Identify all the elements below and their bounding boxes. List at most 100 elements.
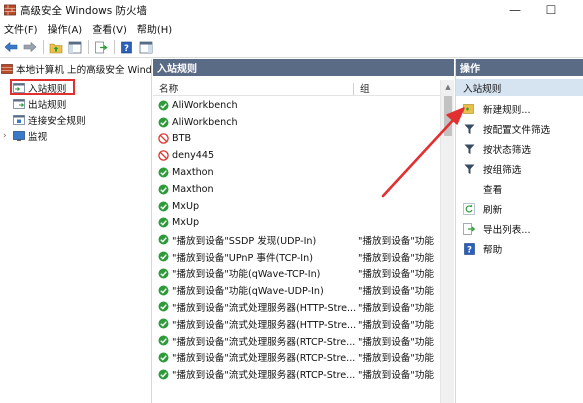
filter-icon (463, 143, 475, 155)
scroll-thumb[interactable] (444, 96, 452, 136)
action-pane-toggle-button[interactable] (137, 39, 154, 56)
table-row[interactable]: AliWorkbench (153, 97, 440, 114)
allow-rule-icon (158, 117, 169, 128)
action-pane-icon (139, 41, 152, 53)
rule-name: "播放到设备"SSDP 发现(UDP-In) (172, 235, 317, 247)
action-filter-by-group[interactable]: 按组筛选 (456, 161, 583, 177)
rule-name: AliWorkbench (172, 99, 238, 111)
window-title: 高级安全 Windows 防火墙 (20, 4, 148, 17)
allow-rule-icon (158, 100, 169, 111)
actions-section-inbound-rules[interactable]: 入站规则 (456, 79, 583, 96)
column-name-header[interactable]: 名称 (159, 81, 178, 95)
export-icon (463, 223, 475, 235)
action-filter-by-profile[interactable]: 按配置文件筛选 (456, 121, 583, 137)
tree-root-label: 本地计算机 上的高级安全 Windows (16, 65, 152, 76)
maximize-button[interactable]: ☐ (536, 0, 566, 20)
filter-icon (463, 163, 475, 175)
tree-item-connection-security-rules[interactable]: 连接安全规则 (13, 112, 86, 128)
firewall-icon (1, 64, 13, 74)
table-row[interactable]: "播放到设备"流式处理服务器(RTCP-Stre... "播放到设备"功能 (153, 366, 440, 383)
action-export-list[interactable]: 导出列表... (456, 221, 583, 237)
rule-group: "播放到设备"功能 (358, 235, 434, 247)
rules-scrollbar[interactable]: ▲ (440, 80, 454, 403)
table-row[interactable]: "播放到设备"流式处理服务器(HTTP-Stre... "播放到设备"功能 (153, 299, 440, 316)
table-row[interactable]: MxUp (153, 215, 440, 232)
export-icon (94, 41, 108, 53)
tree-item-monitoring[interactable]: › 监视 (3, 128, 47, 144)
rule-name: "播放到设备"UPnP 事件(TCP-In) (172, 252, 313, 264)
scroll-up-arrow-icon[interactable]: ▲ (441, 80, 455, 94)
up-folder-button[interactable] (47, 39, 64, 56)
back-arrow-icon (4, 41, 17, 53)
allow-rule-icon (158, 234, 169, 245)
tree-root-local-computer[interactable]: 本地计算机 上的高级安全 Windows (1, 61, 152, 77)
rule-name: BTB (172, 133, 192, 145)
table-row[interactable]: "播放到设备"流式处理服务器(RTCP-Stre... "播放到设备"功能 (153, 349, 440, 366)
menu-view[interactable]: 查看(V) (88, 21, 133, 36)
tree-item-label: 监视 (28, 132, 48, 143)
table-row[interactable]: "播放到设备"UPnP 事件(TCP-In) "播放到设备"功能 (153, 248, 440, 265)
filter-icon (463, 123, 475, 135)
action-label: 刷新 (483, 205, 503, 216)
table-row[interactable]: BTB (153, 131, 440, 148)
allow-rule-icon (158, 335, 169, 346)
new-rule-icon (463, 103, 475, 115)
table-row[interactable]: AliWorkbench (153, 114, 440, 131)
rule-name: "播放到设备"流式处理服务器(RTCP-Stre... (172, 370, 356, 382)
allow-rule-icon (158, 167, 169, 178)
action-label: 查看 (483, 185, 503, 196)
action-filter-by-state[interactable]: 按状态筛选 (456, 141, 583, 157)
firewall-app-icon (4, 4, 16, 16)
rule-group: "播放到设备"功能 (358, 319, 434, 331)
rules-pane: 入站规则 名称 组 AliWorkbench AliWorkbench BTB den… (153, 59, 454, 403)
allow-rule-icon (158, 285, 169, 296)
table-row[interactable]: "播放到设备"功能(qWave-TCP-In) "播放到设备"功能 (153, 265, 440, 282)
refresh-icon (463, 203, 475, 215)
actions-pane: 操作 入站规则 新建规则... 按配置文件筛选 按状态筛选 按组筛选 查看 刷新 (455, 59, 583, 403)
minimize-icon: — (509, 3, 521, 17)
allow-rule-icon (158, 369, 169, 380)
action-new-rule[interactable]: 新建规则... (456, 101, 583, 117)
block-rule-icon (158, 150, 169, 162)
action-refresh[interactable]: 刷新 (456, 201, 583, 217)
export-button[interactable] (92, 39, 109, 56)
action-label: 按配置文件筛选 (483, 125, 551, 136)
action-help[interactable]: ? 帮助 (456, 241, 583, 257)
allow-rule-icon (158, 251, 169, 262)
menu-file[interactable]: 文件(F) (0, 21, 44, 36)
back-button[interactable] (2, 39, 19, 56)
forward-button[interactable] (21, 39, 38, 56)
allow-rule-icon (158, 217, 169, 228)
tree-item-outbound-rules[interactable]: 出站规则 (13, 96, 66, 112)
console-tree: 本地计算机 上的高级安全 Windows 入站规则 出站规则 连接安全规则 › … (0, 59, 152, 403)
table-row[interactable]: Maxthon (153, 181, 440, 198)
toolbar-separator (114, 40, 115, 54)
annotation-highlight-box (10, 79, 75, 95)
minimize-button[interactable]: — (500, 0, 530, 20)
rule-group: "播放到设备"功能 (358, 336, 434, 348)
table-row[interactable]: "播放到设备"流式处理服务器(RTCP-Stre... "播放到设备"功能 (153, 332, 440, 349)
tree-item-label: 出站规则 (28, 100, 67, 111)
rule-name: "播放到设备"流式处理服务器(HTTP-Stre... (172, 302, 357, 314)
rule-name: MxUp (172, 200, 200, 212)
table-row[interactable]: Maxthon (153, 164, 440, 181)
table-row[interactable]: "播放到设备"流式处理服务器(HTTP-Stre... "播放到设备"功能 (153, 315, 440, 332)
menu-action[interactable]: 操作(A) (44, 21, 89, 36)
column-divider[interactable] (353, 83, 354, 95)
show-hide-tree-button[interactable] (66, 39, 83, 56)
column-group-header[interactable]: 组 (360, 81, 370, 95)
rule-name: "播放到设备"流式处理服务器(RTCP-Stre... (172, 336, 356, 348)
rules-column-header: 名称 组 (153, 80, 440, 96)
action-view[interactable]: 查看 (456, 181, 583, 197)
action-label: 按状态筛选 (483, 145, 531, 156)
rule-name: "播放到设备"流式处理服务器(RTCP-Stre... (172, 353, 356, 365)
table-row[interactable]: deny445 (153, 147, 440, 164)
menu-help[interactable]: 帮助(H) (133, 21, 178, 36)
forward-arrow-icon (23, 41, 36, 53)
expand-chevron-icon[interactable]: › (3, 131, 13, 141)
table-row[interactable]: "播放到设备"SSDP 发现(UDP-In) "播放到设备"功能 (153, 231, 440, 248)
svg-text:?: ? (124, 44, 129, 54)
table-row[interactable]: MxUp (153, 198, 440, 215)
help-button[interactable]: ? (118, 39, 135, 56)
table-row[interactable]: "播放到设备"功能(qWave-UDP-In) "播放到设备"功能 (153, 282, 440, 299)
